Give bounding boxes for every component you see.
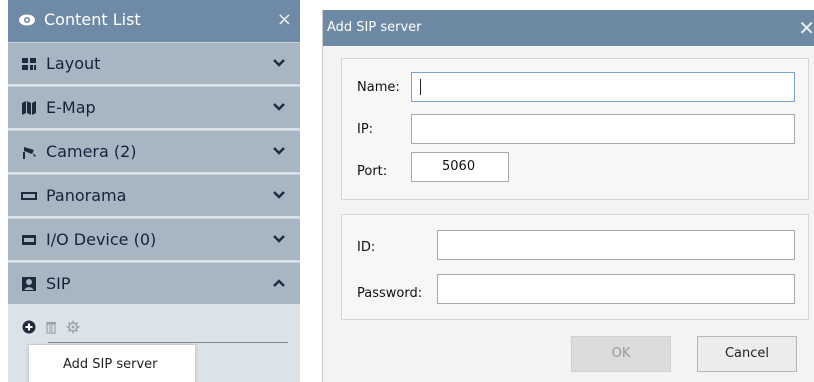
gear-icon[interactable] [66,320,80,334]
chevron-down-icon [273,103,285,111]
cancel-button[interactable]: Cancel [697,336,797,372]
sip-icon [22,277,36,291]
map-icon [22,101,36,115]
accordion-item-layout[interactable]: Layout [8,42,300,84]
accordion-label: Layout [46,54,101,73]
ip-input[interactable] [411,114,795,144]
accordion-label: SIP [46,274,71,293]
ok-button[interactable]: OK [571,336,671,372]
panorama-icon [21,192,37,200]
add-icon[interactable] [22,320,36,334]
camera-icon [23,147,36,159]
accordion-label: Panorama [46,186,127,205]
close-icon[interactable]: ✕ [798,16,814,40]
accordion-item-emap[interactable]: E-Map [8,86,300,128]
name-input[interactable] [411,72,795,102]
chevron-down-icon [273,235,285,243]
context-menu: Add SIP server [28,344,196,382]
dialog-title: Add SIP server [327,20,422,35]
chevron-down-icon [273,191,285,199]
text-caret [420,79,421,95]
accordion-item-camera[interactable]: Camera (2) [8,130,300,172]
chevron-down-icon [273,147,285,155]
chevron-down-icon [273,59,285,67]
trash-icon[interactable] [44,320,58,334]
ip-label: IP: [357,122,374,137]
content-list-header: Content List × [8,0,300,42]
close-icon[interactable]: × [277,9,292,30]
content-list-panel: Content List × Layout E-Map Camera (2) P… [8,0,300,382]
add-sip-server-dialog: Add SIP server ✕ Name: IP: Port: 5060 ID… [322,10,814,382]
content-list-title: Content List [44,10,141,29]
port-input[interactable]: 5060 [411,152,509,182]
password-label: Password: [357,286,423,301]
port-label: Port: [357,164,388,179]
accordion-item-sip[interactable]: SIP [8,262,300,304]
accordion-item-io-device[interactable]: I/O Device (0) [8,218,300,260]
name-label: Name: [357,80,400,95]
eye-icon [19,14,35,26]
id-input[interactable] [437,230,795,260]
dialog-titlebar: Add SIP server ✕ [323,10,814,46]
password-input[interactable] [437,274,795,304]
menu-item-add-sip-server[interactable]: Add SIP server [63,357,158,372]
accordion-label: I/O Device (0) [46,230,157,249]
id-label: ID: [357,240,376,255]
divider [48,342,288,343]
accordion-item-panorama[interactable]: Panorama [8,174,300,216]
layout-icon [22,58,36,70]
accordion-label: E-Map [46,98,96,117]
chevron-up-icon [273,279,285,287]
accordion-label: Camera (2) [46,142,137,161]
io-device-icon [22,235,36,245]
